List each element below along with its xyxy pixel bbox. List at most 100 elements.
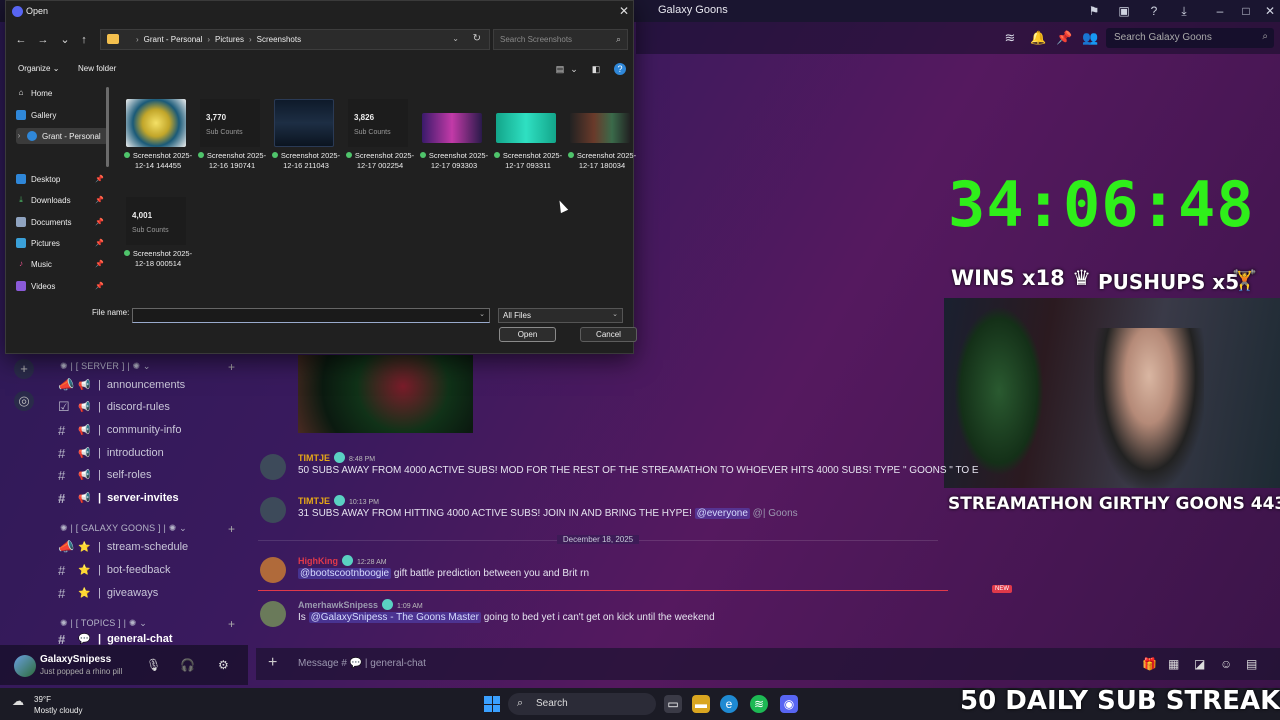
message-author[interactable]: HighKing xyxy=(298,556,338,566)
message-composer[interactable]: + Message # 💬 | general-chat 🎁 ▦ ◪ ☺ ▤ xyxy=(256,648,1280,680)
pin-icon[interactable]: 📌 xyxy=(95,218,104,226)
nav-grant-personal[interactable]: › Grant - Personal xyxy=(16,128,108,144)
nav-gallery[interactable]: Gallery xyxy=(16,107,108,123)
edge-icon[interactable]: e xyxy=(720,695,738,713)
sticker-icon[interactable]: ◪ xyxy=(1194,657,1205,671)
file-item[interactable]: Screenshot 2025-12-16 211043 xyxy=(270,95,340,185)
file-item[interactable]: 3,770 Sub Counts Screenshot 2025-12-16 19… xyxy=(196,95,266,185)
nav-documents[interactable]: Documents 📌 xyxy=(16,214,108,230)
refresh-icon[interactable]: ↻ xyxy=(473,33,481,44)
avatar[interactable] xyxy=(260,557,286,583)
add-channel-icon[interactable]: + xyxy=(228,522,235,536)
open-button[interactable]: Open xyxy=(499,327,556,342)
mention[interactable]: @GalaxySnipess - The Goons Master xyxy=(308,612,481,623)
microphone-icon[interactable]: 🎙 xyxy=(146,658,161,672)
channel-discord-rules[interactable]: ☑ 📢 | discord-rules xyxy=(58,397,170,417)
file-item[interactable]: Screenshot 2025-12-17 093303 xyxy=(418,95,488,185)
avatar[interactable] xyxy=(260,497,286,523)
file-item[interactable]: 4,001 Sub Counts Screenshot 2025-12-18 00… xyxy=(122,193,192,283)
avatar[interactable] xyxy=(14,655,36,677)
task-view-icon[interactable]: ▭ xyxy=(664,695,682,713)
category-galaxy-goons[interactable]: ✺ | [ GALAXY GOONS ] | ✺ ⌄ + xyxy=(60,522,235,536)
add-server-icon[interactable]: + xyxy=(14,359,34,379)
channel-introduction[interactable]: # 📢 | introduction xyxy=(58,443,164,463)
file-type-select[interactable]: All Files ⌄ xyxy=(498,308,623,323)
message-author[interactable]: AmerhawkSnipess xyxy=(298,600,378,610)
avatar[interactable] xyxy=(260,601,286,627)
windows-start-icon[interactable] xyxy=(484,696,500,712)
message-author[interactable]: TIMTJE xyxy=(298,496,330,506)
nav-scrollbar[interactable] xyxy=(106,87,109,167)
minimize-icon[interactable]: – xyxy=(1212,3,1228,19)
pin-icon[interactable]: 📌 xyxy=(95,260,104,268)
channel-announcements[interactable]: 📣 📢 | announcements xyxy=(58,375,185,395)
breadcrumb-item[interactable]: Screenshots xyxy=(257,35,301,44)
avatar[interactable] xyxy=(260,454,286,480)
help-icon[interactable]: ? xyxy=(614,63,626,75)
pin-icon[interactable]: 📌 xyxy=(95,175,104,183)
message-author[interactable]: TIMTJE xyxy=(298,453,330,463)
organize-button[interactable]: Organize ⌄ xyxy=(18,64,59,73)
channel-general-chat[interactable]: # 💬 | general-chat xyxy=(58,633,173,645)
preview-pane-icon[interactable]: ◧ xyxy=(590,63,602,75)
taskbar-search[interactable]: ⌕ Search xyxy=(508,693,656,715)
back-icon[interactable]: ← xyxy=(14,33,28,47)
add-attachment-icon[interactable]: + xyxy=(268,654,277,672)
mention[interactable]: @everyone xyxy=(694,508,750,519)
channel-self-roles[interactable]: # 📢 | self-roles xyxy=(58,465,151,485)
nav-home[interactable]: ⌂ Home xyxy=(16,85,108,101)
members-icon[interactable]: 👥 xyxy=(1082,30,1098,46)
file-item[interactable]: Screenshot 2025-12-17 180034 xyxy=(566,95,636,185)
breadcrumb-item[interactable]: Grant - Personal xyxy=(144,35,203,44)
pin-icon[interactable]: 📌 xyxy=(95,282,104,290)
headphones-icon[interactable]: 🎧 xyxy=(180,658,195,672)
channel-stream-schedule[interactable]: 📣 ⭐ | stream-schedule xyxy=(58,537,188,557)
pin-icon[interactable]: 📌 xyxy=(95,239,104,247)
address-bar[interactable]: › Grant - Personal › Pictures › Screenshots ⌄… xyxy=(100,29,490,50)
emoji-icon[interactable]: ☺ xyxy=(1220,657,1232,671)
discord-icon[interactable]: ◉ xyxy=(780,695,798,713)
file-item[interactable]: Screenshot 2025-12-14 144455 xyxy=(122,95,192,185)
gif-icon[interactable]: ▦ xyxy=(1168,657,1179,671)
nav-videos[interactable]: Videos 📌 xyxy=(16,278,108,294)
channel-bot-feedback[interactable]: # ⭐ | bot-feedback xyxy=(58,560,170,580)
nav-pictures[interactable]: Pictures 📌 xyxy=(16,235,108,251)
chevron-down-icon[interactable]: ⌄ xyxy=(568,63,580,75)
view-options-icon[interactable]: ▤ xyxy=(554,63,566,75)
new-folder-button[interactable]: New folder xyxy=(78,64,116,73)
maximize-icon[interactable]: □ xyxy=(1238,3,1254,19)
channel-server-invites[interactable]: # 📢 | server-invites xyxy=(58,488,179,508)
recent-locations-icon[interactable]: ⌄ xyxy=(58,33,72,47)
channel-community-info[interactable]: # 📢 | community-info xyxy=(58,420,181,440)
close-icon[interactable]: ✕ xyxy=(1262,3,1278,19)
discord-search-input[interactable]: Search Galaxy Goons ⌕ xyxy=(1106,28,1274,48)
bell-icon[interactable]: 🔔 xyxy=(1030,30,1046,46)
pin-icon[interactable]: 📌 xyxy=(95,196,104,204)
channel-giveaways[interactable]: # ⭐ | giveaways xyxy=(58,583,158,603)
mention[interactable]: @bootscootnboogie xyxy=(298,568,392,579)
chevron-down-icon[interactable]: ⌄ xyxy=(452,34,459,43)
forward-icon[interactable]: → xyxy=(36,33,50,47)
dialog-search-input[interactable]: Search Screenshots ⌕ xyxy=(493,29,628,50)
file-item[interactable]: Screenshot 2025-12-17 093311 xyxy=(492,95,562,185)
nav-downloads[interactable]: ⤓ Downloads 📌 xyxy=(16,192,108,208)
up-icon[interactable]: ↑ xyxy=(77,33,91,47)
file-item[interactable]: 3,826 Sub Counts Screenshot 2025-12-17 00… xyxy=(344,95,414,185)
nav-desktop[interactable]: Desktop 📌 xyxy=(16,171,108,187)
add-channel-icon[interactable]: + xyxy=(228,617,235,631)
pin-icon[interactable]: 📌 xyxy=(1056,30,1072,46)
apps-icon[interactable]: ▤ xyxy=(1246,657,1257,671)
gift-icon[interactable]: 🎁 xyxy=(1142,657,1157,671)
discover-icon[interactable]: ◎ xyxy=(14,391,34,411)
image-attachment[interactable] xyxy=(298,355,473,433)
spotify-icon[interactable]: ≋ xyxy=(750,695,768,713)
inbox-icon[interactable]: ▣ xyxy=(1116,3,1132,19)
category-server[interactable]: ✺ | [ SERVER ] | ✺ ⌄ + xyxy=(60,360,235,374)
add-channel-icon[interactable]: + xyxy=(228,360,235,374)
close-icon[interactable]: ✕ xyxy=(619,4,629,18)
flag-icon[interactable]: ⚑ xyxy=(1086,3,1102,19)
cancel-button[interactable]: Cancel xyxy=(580,327,637,342)
category-topics[interactable]: ✺ | [ TOPICS ] | ✺ ⌄ + xyxy=(60,617,235,631)
nav-music[interactable]: ♪ Music 📌 xyxy=(16,256,108,272)
settings-gear-icon[interactable]: ⚙ xyxy=(218,658,229,672)
